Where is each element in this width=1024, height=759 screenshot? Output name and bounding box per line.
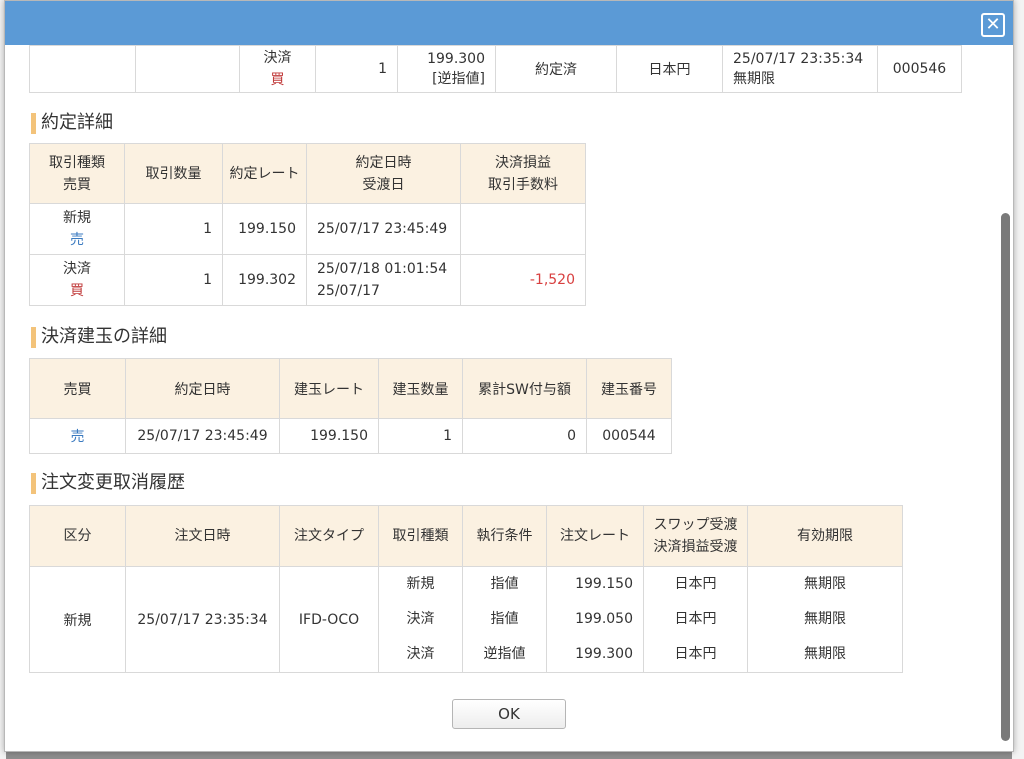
order-rate: 199.300	[427, 51, 485, 67]
table-header-row: 売買 約定日時 建玉レート 建玉数量 累計SW付与額 建玉番号	[29, 358, 672, 419]
table-row: 新規 25/07/17 23:35:34 IFD-OCO 新規 決済 決済 指値…	[29, 566, 903, 673]
table-header-row: 取引種類 売買 取引数量 約定レート 約定日時 受渡日 決済損益 取引手数料	[29, 143, 586, 204]
scrollbar[interactable]	[1001, 213, 1010, 741]
quantity: 1	[315, 45, 398, 93]
close-icon[interactable]: ✕	[981, 13, 1005, 37]
currency: 日本円	[616, 45, 723, 93]
modal-header: ✕	[5, 1, 1013, 45]
history-section-title: 注文変更取消履歴	[29, 471, 185, 495]
order-number: 000546	[877, 45, 962, 93]
profit-loss: -1,520	[460, 254, 586, 306]
positions-section-title: 決済建玉の詳細	[29, 325, 167, 349]
table-row: 売 25/07/17 23:45:49 199.150 1 0 000544	[29, 418, 672, 454]
execution-section-title: 約定詳細	[29, 111, 113, 135]
execution-table: 取引種類 売買 取引数量 約定レート 約定日時 受渡日 決済損益 取引手数料 新規売 …	[29, 143, 586, 306]
order-summary-table: 決済 買 1 199.300 [逆指値] 約定済 日本円 25/07/17 23…	[29, 45, 962, 93]
ok-button[interactable]: OK	[452, 699, 566, 729]
trade-type: 決済	[263, 50, 292, 66]
table-row: 新規売 1 199.150 25/07/17 23:45:49	[29, 203, 586, 255]
order-datetime: 25/07/17 23:35:34	[733, 51, 864, 67]
table-header-row: 区分 注文日時 注文タイプ 取引種類 執行条件 注文レート スワップ受渡 決済損益…	[29, 505, 903, 567]
order-expiry: 無期限	[733, 71, 775, 87]
table-row: 決済 買 1 199.300 [逆指値] 約定済 日本円 25/07/17 23…	[29, 45, 962, 93]
order-status: 約定済	[495, 45, 617, 93]
positions-table: 売買 約定日時 建玉レート 建玉数量 累計SW付与額 建玉番号 売 25/07/…	[29, 358, 672, 454]
table-row: 決済買 1 199.302 25/07/18 01:01:54 25/07/17 …	[29, 254, 586, 306]
order-history-table: 区分 注文日時 注文タイプ 取引種類 執行条件 注文レート スワップ受渡 決済損益…	[29, 505, 903, 673]
order-detail-modal: ✕ 決済 買 1 199.300 [逆指値] 約定済 日本円 25/07/17 …	[4, 0, 1014, 752]
trade-side: 買	[270, 72, 285, 88]
order-rate-note: [逆指値]	[432, 71, 485, 87]
